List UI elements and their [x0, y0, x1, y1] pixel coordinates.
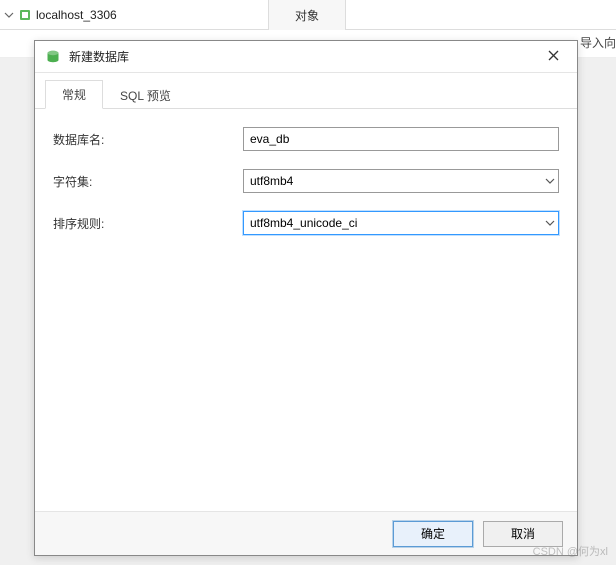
database-name-label: 数据库名:: [53, 131, 243, 148]
cancel-button[interactable]: 取消: [483, 521, 563, 547]
charset-combo-wrap: [243, 169, 559, 193]
collation-label: 排序规则:: [53, 215, 243, 232]
row-charset: 字符集:: [53, 169, 559, 193]
import-wizard-truncated: 导入向: [580, 34, 616, 51]
dialog-buttons: 确定 取消: [35, 511, 577, 555]
row-database-name: 数据库名:: [53, 127, 559, 151]
ok-button[interactable]: 确定: [393, 521, 473, 547]
dialog-title: 新建数据库: [69, 48, 539, 65]
collation-combo-wrap: [243, 211, 559, 235]
dialog-form: 数据库名: 字符集: 排序规则:: [35, 109, 577, 511]
close-button[interactable]: [539, 43, 567, 71]
background-topbar: localhost_3306 对象: [0, 0, 616, 30]
tab-general[interactable]: 常规: [45, 80, 103, 109]
dialog-tabs: 常规 SQL 预览: [35, 79, 577, 109]
charset-label: 字符集:: [53, 173, 243, 190]
tab-sql-preview-label: SQL 预览: [120, 87, 171, 104]
connection-tree-row[interactable]: localhost_3306: [0, 0, 117, 29]
dialog-titlebar: 新建数据库: [35, 41, 577, 73]
close-icon: [548, 50, 559, 64]
connection-icon: [18, 8, 32, 22]
charset-combo[interactable]: [243, 169, 559, 193]
tab-general-label: 常规: [62, 86, 86, 103]
row-collation: 排序规则:: [53, 211, 559, 235]
database-icon: [45, 49, 61, 65]
ok-button-label: 确定: [421, 527, 445, 541]
database-name-input[interactable]: [243, 127, 559, 151]
connection-name-label: localhost_3306: [36, 8, 117, 22]
new-database-dialog: 新建数据库 常规 SQL 预览 数据库名: 字符集:: [34, 40, 578, 556]
tab-objects-label: 对象: [295, 7, 319, 24]
collation-combo[interactable]: [243, 211, 559, 235]
tab-objects[interactable]: 对象: [268, 0, 346, 30]
tab-sql-preview[interactable]: SQL 预览: [103, 80, 188, 109]
chevron-down-icon: [4, 10, 14, 20]
cancel-button-label: 取消: [511, 527, 535, 541]
